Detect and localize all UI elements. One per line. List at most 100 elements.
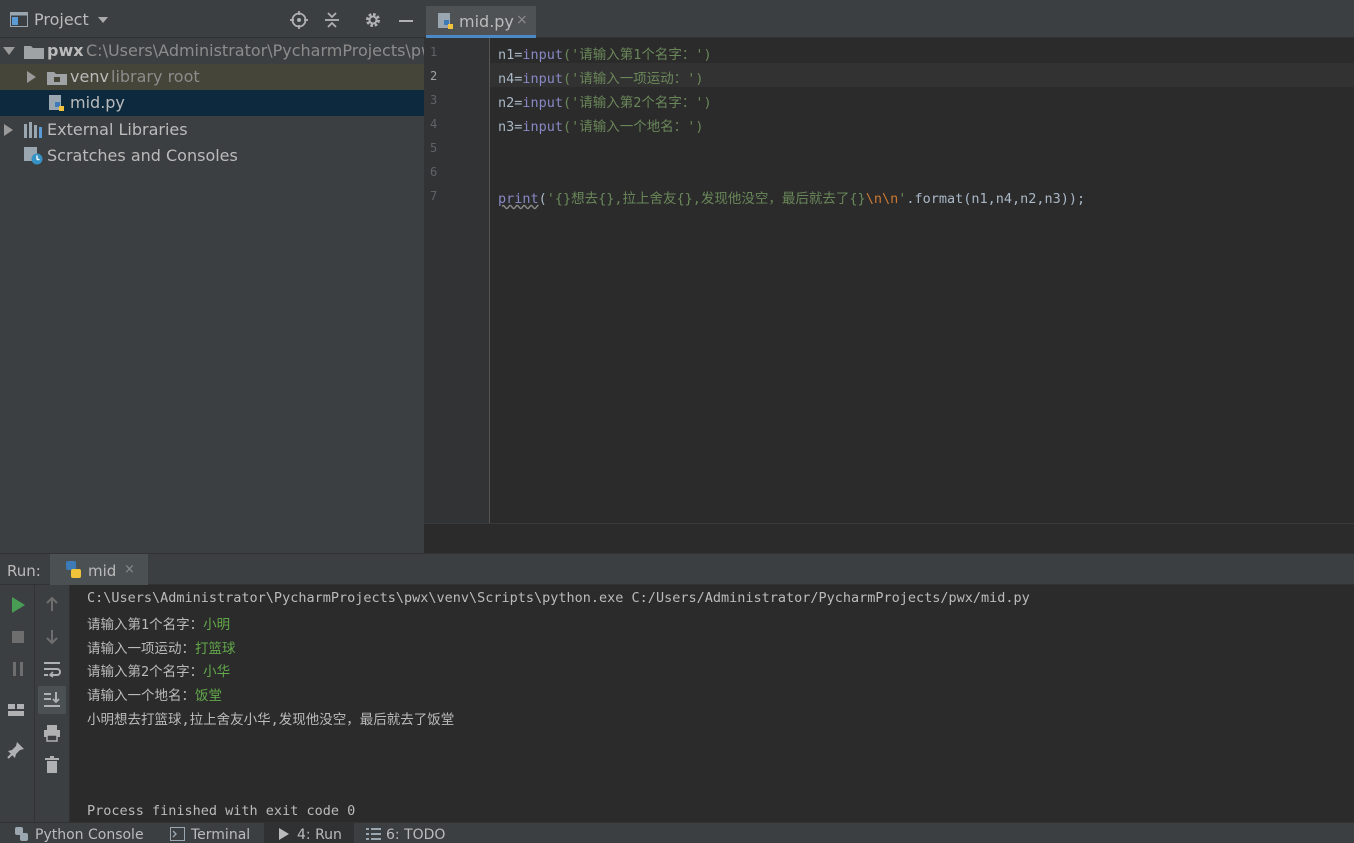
code-editor[interactable]: n1=input('请输入第1个名字：') n4=input('请输入一项运动：… [490, 38, 1354, 523]
project-view-title[interactable]: Project [34, 10, 89, 29]
scroll-to-end-toggle[interactable] [38, 686, 66, 714]
tree-item-scratches-and-consoles[interactable]: Scratches and Consoles [0, 143, 424, 169]
collapsed-arrow-icon[interactable] [27, 71, 36, 83]
expanded-arrow-icon[interactable] [3, 47, 15, 55]
project-view-dropdown-icon[interactable] [98, 17, 108, 23]
terminal-icon [170, 827, 185, 841]
run-tool-window-header: Run: mid × [0, 553, 1354, 585]
code-token: .format(n1,n4,n2,n3)); [906, 191, 1086, 207]
editor-bottom-area [424, 523, 1354, 553]
line-number: 1 [430, 45, 438, 59]
close-tab-icon[interactable]: × [124, 562, 135, 577]
code-token: n1 [498, 47, 515, 63]
pause-icon[interactable] [9, 660, 27, 678]
run-label: Run: [7, 562, 41, 580]
run-toolbar-primary [0, 585, 35, 822]
line-number: 5 [430, 141, 438, 155]
code-token: input [522, 119, 564, 135]
tree-item-label: mid.py [70, 93, 125, 112]
console-line: 请输入第1个名字：小明 [87, 613, 230, 633]
tool-todo[interactable]: 6: TODO [386, 827, 445, 843]
folder-icon [47, 72, 67, 85]
python-console-icon [15, 827, 28, 841]
gear-icon[interactable] [364, 11, 382, 29]
tool-window-bar: Python Console Terminal 4: Run 6: TODO [0, 822, 1354, 843]
tree-item-label: pwx [47, 41, 84, 60]
line-number-gutter: 1 2 3 4 5 6 7 [424, 38, 490, 523]
code-line-1[interactable]: n1=input('请输入第1个名字：') [498, 43, 712, 63]
scroll-to-end-icon [44, 692, 60, 707]
project-header: Project [0, 0, 424, 38]
code-token: n2 [498, 95, 515, 111]
console-text: C:\Users\Administrator\PycharmProjects\p… [87, 590, 1030, 606]
collapse-all-icon[interactable] [323, 11, 341, 29]
code-token: n3 [498, 119, 515, 135]
code-token: n4 [498, 71, 515, 87]
line-number: 2 [430, 69, 438, 83]
tool-run[interactable]: 4: Run [297, 827, 342, 843]
print-icon[interactable] [43, 724, 61, 742]
close-tab-icon[interactable]: × [516, 12, 528, 28]
locate-icon[interactable] [290, 11, 308, 29]
tree-item-mid-py[interactable]: mid.py [0, 90, 424, 116]
code-token: ('请输入一项运动：') [563, 71, 704, 87]
editor-tab-mid-py[interactable]: mid.py × [426, 6, 536, 38]
arrow-up-icon[interactable] [43, 595, 61, 613]
trash-icon[interactable] [43, 756, 61, 774]
code-token: ('请输入第1个名字：') [563, 47, 712, 63]
tree-item-label: Scratches and Consoles [47, 146, 238, 165]
editor-tab-label: mid.py [459, 12, 514, 31]
collapsed-arrow-icon[interactable] [4, 124, 13, 136]
console-text: 小明想去打篮球,拉上舍友小华,发现他没空，最后就去了饭堂 [87, 712, 455, 728]
todo-list-icon [366, 828, 381, 840]
line-number: 4 [430, 117, 438, 131]
console-text: 请输入第2个名字： [87, 664, 204, 680]
code-token: input [522, 95, 564, 111]
editor-tab-bar: mid.py × [424, 0, 1354, 38]
pin-icon[interactable] [7, 741, 25, 759]
line-number: 7 [430, 189, 438, 203]
folder-icon [24, 46, 44, 59]
soft-wrap-icon[interactable] [43, 660, 61, 678]
code-line-3[interactable]: n2=input('请输入第2个名字：') [498, 91, 712, 111]
code-token: '{}想去{},拉上舍友{},发现他没空，最后就去了{} [546, 191, 866, 207]
python-icon [66, 561, 81, 578]
arrow-down-icon[interactable] [43, 628, 61, 646]
stop-icon[interactable] [9, 628, 27, 646]
process-finished-line: Process finished with exit code 0 [87, 803, 356, 819]
tree-item-label: External Libraries [47, 120, 188, 139]
tree-item-venv[interactable]: venv library root [0, 64, 424, 90]
run-toolbar-secondary [35, 585, 70, 822]
code-token: ('请输入第2个名字：') [563, 95, 712, 111]
console-text: 请输入一个地名： [87, 688, 195, 704]
code-token: ('请输入一个地名：') [563, 119, 704, 135]
console-line: 请输入一个地名：饭堂 [87, 684, 222, 704]
run-tab-mid[interactable]: mid × [50, 554, 148, 585]
code-line-7[interactable]: print('{}想去{},拉上舍友{},发现他没空，最后就去了{}\n\n'.… [498, 187, 1085, 207]
console-text: 请输入第1个名字： [87, 617, 204, 633]
project-window-icon [10, 12, 28, 27]
tool-terminal[interactable]: Terminal [191, 827, 250, 843]
code-token: print [498, 191, 539, 207]
run-console-output[interactable]: C:\Users\Administrator\PycharmProjects\p… [70, 585, 1354, 822]
console-line: C:\Users\Administrator\PycharmProjects\p… [87, 590, 1030, 606]
code-line-2[interactable]: n4=input('请输入一项运动：') [498, 67, 704, 87]
layout-icon[interactable] [7, 701, 25, 719]
tree-item-label: venv [70, 67, 109, 86]
tree-item-pwx[interactable]: pwx C:\Users\Administrator\PycharmProjec… [0, 38, 444, 64]
scratches-icon [24, 147, 43, 165]
console-line: 请输入一项运动：打篮球 [87, 637, 236, 657]
library-root-note: library root [111, 67, 200, 86]
tree-item-external-libraries[interactable]: External Libraries [0, 117, 424, 143]
library-icon [24, 122, 42, 138]
console-user-input: 打篮球 [195, 641, 236, 657]
hide-panel-icon[interactable] [397, 11, 415, 29]
tool-python-console[interactable]: Python Console [35, 827, 144, 843]
run-tab-label: mid [88, 562, 117, 580]
console-user-input: 小华 [203, 664, 231, 680]
console-user-input: 饭堂 [195, 688, 222, 704]
code-token: input [522, 71, 564, 87]
code-line-4[interactable]: n3=input('请输入一个地名：') [498, 115, 704, 135]
console-text: 请输入一项运动： [87, 641, 195, 657]
rerun-icon[interactable] [9, 596, 27, 614]
